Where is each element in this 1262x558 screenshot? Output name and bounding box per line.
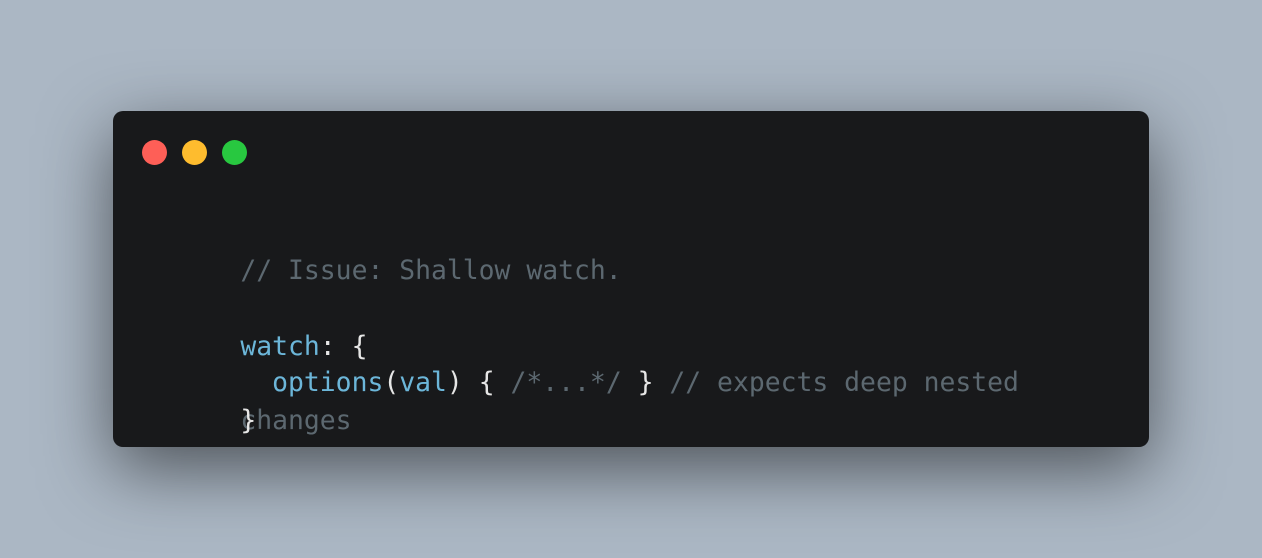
code-block: // Issue: Shallow watch. watch: { option… [145, 214, 1105, 436]
window-controls [142, 140, 247, 165]
code-line-4-brace: } [145, 364, 256, 436]
inline-comment: /*...*/ [510, 367, 622, 398]
comment-text: // Issue: Shallow watch. [240, 255, 622, 286]
paren-open: ( [383, 367, 400, 398]
close-icon[interactable] [142, 140, 167, 165]
maximize-icon[interactable] [222, 140, 247, 165]
code-line-3: options(val) { /*...*/ } // expects deep… [145, 326, 1019, 398]
closing-brace: } [240, 405, 257, 436]
code-line-2: watch: { [145, 290, 367, 362]
wrapped-comment: changes [240, 405, 352, 436]
brace-close: } [621, 367, 670, 398]
val-param: val [399, 367, 447, 398]
trailing-comment: // expects deep nested [669, 367, 1019, 398]
paren-close-brace: ) { [446, 367, 511, 398]
code-line-1: // Issue: Shallow watch. [145, 214, 621, 286]
code-window: // Issue: Shallow watch. watch: { option… [113, 111, 1149, 447]
minimize-icon[interactable] [182, 140, 207, 165]
